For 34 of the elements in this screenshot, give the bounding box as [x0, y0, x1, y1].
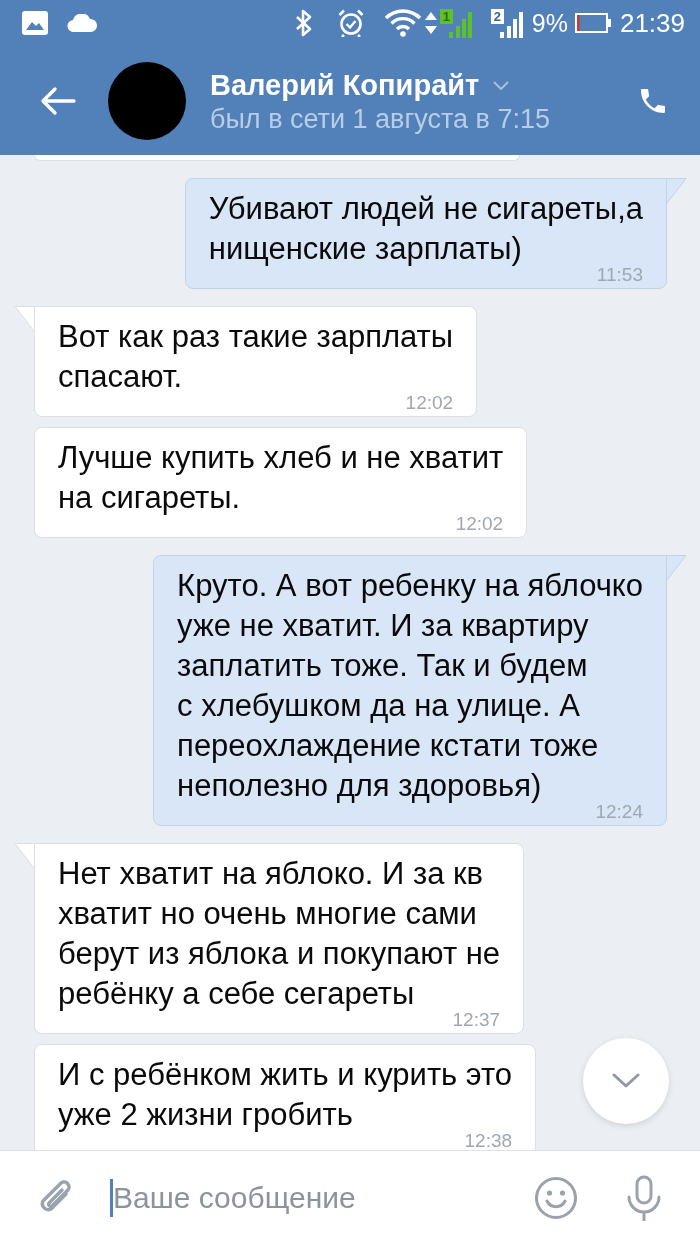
microphone-icon — [625, 1174, 663, 1221]
message-text: Убивают людей не сигареты,а нищенские зарплаты) — [208, 190, 643, 268]
text-cursor — [110, 1178, 113, 1217]
wifi-icon — [383, 9, 422, 37]
chevron-down-icon[interactable] — [493, 81, 510, 90]
battery-icon — [574, 13, 611, 33]
message-time: 12:38 — [464, 1131, 513, 1150]
message-time: 12:02 — [455, 514, 504, 534]
sim-label: 1 — [439, 8, 453, 24]
message-text: Вот как раз такие зарплаты спасают. — [58, 318, 454, 396]
message-time: 12:37 — [452, 1010, 501, 1030]
message-time: 11:53 — [596, 265, 643, 285]
emoji-button[interactable] — [533, 1174, 579, 1221]
image-icon — [22, 11, 48, 35]
data-arrows-icon — [424, 12, 437, 34]
message-text: Круто. А вот ребенку на яблочко уже не хватит. И за квартиру заплатить тоже. Так и будем с хлебушком да на улице. А переохлаждение кстати тоже неполезно для здоровья) — [177, 567, 643, 805]
message-text: И с ребёнком жить и курить это уже 2 жизни гробить — [58, 1056, 513, 1134]
battery-percent: 9% — [531, 8, 568, 38]
message-time: 12:02 — [405, 393, 454, 413]
message-text: Нет хватит на яблоко. И за кв хватит но очень многие сами берут из яблока и покупают не ребёнку а себе сегареты — [58, 855, 501, 1013]
smiley-icon — [534, 1175, 578, 1220]
message-time: 12:24 — [595, 802, 643, 822]
clock-time: 21:39 — [619, 8, 685, 38]
contact-name[interactable]: Валерий Копирайт — [210, 66, 480, 103]
sim-label: 2 — [490, 8, 504, 24]
alarm-clock-icon — [337, 9, 364, 37]
last-seen-status: был в сети 1 августа в 7:15 — [210, 102, 550, 135]
message-text: Лучше купить хлеб и не хватит на сигареты. — [58, 439, 504, 517]
chevron-down-icon — [612, 1073, 640, 1089]
back-arrow-icon — [40, 85, 76, 116]
cloud-icon — [66, 14, 98, 32]
message-input[interactable]: Ваше сообщение — [113, 1174, 533, 1221]
scroll-down-button[interactable] — [583, 1038, 669, 1124]
bluetooth-icon — [294, 9, 313, 37]
